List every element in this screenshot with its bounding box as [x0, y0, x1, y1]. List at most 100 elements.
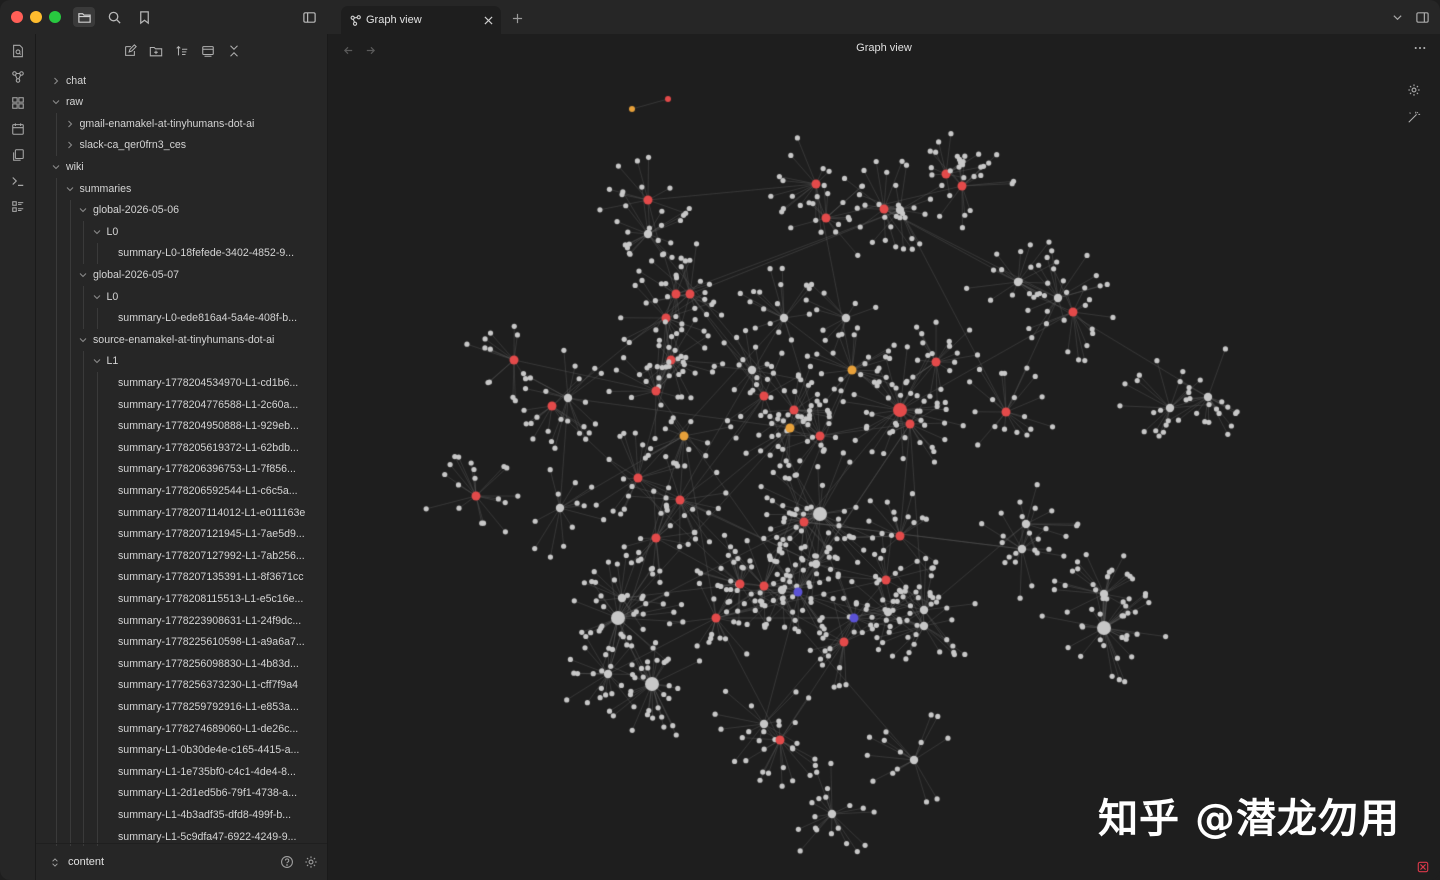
file-label: summary-1778207114012-L1-e011163e — [118, 506, 306, 519]
chevron-down-icon — [64, 183, 76, 195]
graph-view-icon[interactable] — [9, 68, 26, 85]
folder-item[interactable]: L1 — [36, 351, 327, 372]
file-item[interactable]: summary-1778205619372-L1-62bdb... — [36, 437, 327, 458]
calendar-icon[interactable] — [9, 120, 26, 137]
tab-graph-view[interactable]: Graph view — [341, 6, 501, 34]
file-tree: chat raw gmail-enamakel-at-tinyhumans-dot-… — [36, 70, 327, 846]
file-label: summary-1778208115513-L1-e5c16e... — [118, 592, 304, 605]
canvas-icon[interactable] — [9, 94, 26, 111]
file-item[interactable]: summary-L1-2d1ed5b6-79f1-4738-a... — [36, 783, 327, 804]
minimize-window-button[interactable] — [30, 11, 42, 23]
chevron-down-icon[interactable] — [1389, 9, 1405, 25]
file-item[interactable]: summary-L0-18fefede-3402-4852-9... — [36, 243, 327, 264]
terminal-icon[interactable] — [9, 172, 26, 189]
file-item[interactable]: summary-L1-4b3adf35-dfd8-499f-b... — [36, 804, 327, 825]
folder-item[interactable]: slack-ca_qer0frn3_ces — [36, 135, 327, 156]
new-note-icon[interactable] — [120, 42, 139, 60]
chevron-down-icon — [77, 204, 89, 216]
sort-order-icon[interactable] — [172, 42, 191, 60]
graph-settings-icon[interactable] — [1406, 82, 1422, 98]
file-item[interactable]: summary-1778256098830-L1-4b83d... — [36, 653, 327, 674]
new-folder-icon[interactable] — [146, 42, 165, 60]
indent-guide — [56, 113, 57, 157]
file-item[interactable]: summary-1778225610598-L1-a9a6a7... — [36, 632, 327, 653]
file-label: summary-L1-2d1ed5b6-79f1-4738-a... — [118, 787, 298, 800]
graph-canvas[interactable] — [328, 34, 1440, 880]
folder-item[interactable]: L0 — [36, 286, 327, 307]
chevron-right-icon — [64, 118, 76, 130]
vault-name: content — [68, 856, 105, 868]
ribbon — [0, 34, 36, 880]
open-quick-switcher-icon[interactable] — [9, 42, 26, 59]
indent-guide — [96, 242, 98, 265]
indent-guide — [83, 350, 84, 846]
file-item[interactable]: summary-1778207114012-L1-e011163e — [36, 502, 327, 523]
folder-label: global-2026-05-07 — [93, 268, 179, 281]
folder-label: source-enamakel-at-tinyhumans-dot-ai — [93, 333, 275, 346]
templates-icon[interactable] — [9, 146, 26, 163]
file-item[interactable]: summary-1778223908631-L1-24f9dc... — [36, 610, 327, 631]
chevron-down-icon — [91, 291, 103, 303]
chevron-down-icon — [91, 355, 103, 367]
close-window-button[interactable] — [11, 11, 23, 23]
file-item[interactable]: summary-1778207121945-L1-7ae5d9... — [36, 524, 327, 545]
chevron-down-icon — [50, 96, 62, 108]
file-item[interactable]: summary-L0-ede816a4-5a4e-408f-b... — [36, 308, 327, 329]
file-item[interactable]: summary-1778256373230-L1-cff7f9a4 — [36, 675, 327, 696]
file-item[interactable]: summary-1778206396753-L1-7f856... — [36, 459, 327, 480]
file-label: summary-L1-5c9dfa47-6922-4249-9... — [118, 830, 297, 843]
file-label: summary-L0-ede816a4-5a4e-408f-b... — [118, 312, 298, 325]
auto-reveal-icon[interactable] — [198, 42, 217, 60]
file-item[interactable]: summary-L1-0b30de4e-c165-4415-a... — [36, 740, 327, 761]
sync-status-icon[interactable] — [1416, 860, 1430, 874]
file-explorer: chat raw gmail-enamakel-at-tinyhumans-dot-… — [36, 34, 328, 880]
file-item[interactable]: summary-1778274689060-L1-de26c... — [36, 718, 327, 739]
help-icon[interactable] — [279, 854, 295, 870]
folder-item[interactable]: chat — [36, 70, 327, 91]
indent-guide — [56, 178, 57, 846]
folder-item[interactable]: global-2026-05-07 — [36, 264, 327, 285]
bookmark-icon[interactable] — [133, 7, 155, 27]
file-explorer-toolbar — [120, 42, 243, 60]
file-item[interactable]: summary-1778207127992-L1-7ab256... — [36, 545, 327, 566]
folder-label: L1 — [106, 355, 119, 368]
file-item[interactable]: summary-1778204950888-L1-929eb... — [36, 416, 327, 437]
folder-label: global-2026-05-06 — [93, 204, 179, 217]
folder-item[interactable]: source-enamakel-at-tinyhumans-dot-ai — [36, 329, 327, 350]
file-label: summary-1778207121945-L1-7ae5d9... — [118, 528, 305, 541]
animate-wand-icon[interactable] — [1406, 109, 1422, 125]
new-tab-icon[interactable] — [509, 10, 525, 26]
collapse-all-icon[interactable] — [224, 42, 243, 60]
file-item[interactable]: summary-1778204776588-L1-2c60a... — [36, 394, 327, 415]
file-item[interactable]: summary-L1-1e735bf0-c4c1-4de4-8... — [36, 761, 327, 782]
chevron-down-icon — [77, 269, 89, 281]
graph-pane[interactable]: Graph view 知乎 @潜龙勿用 — [328, 34, 1440, 880]
folder-label: slack-ca_qer0frn3_ces — [79, 139, 187, 152]
file-item[interactable]: summary-1778204534970-L1-cd1b6... — [36, 372, 327, 393]
file-item[interactable]: summary-1778208115513-L1-e5c16e... — [36, 588, 327, 609]
folder-item[interactable]: raw — [36, 92, 327, 113]
folder-item[interactable]: wiki — [36, 156, 327, 177]
view-title: Graph view — [856, 42, 912, 54]
sidebar-toggle-icon[interactable] — [298, 7, 320, 27]
folder-icon[interactable] — [73, 7, 95, 27]
right-sidebar-toggle-icon[interactable] — [1414, 9, 1430, 25]
more-options-icon[interactable] — [1412, 40, 1428, 56]
vault-switcher[interactable]: content — [36, 843, 327, 880]
settings-gear-icon[interactable] — [303, 854, 319, 870]
zoom-window-button[interactable] — [49, 11, 61, 23]
folder-item[interactable]: gmail-enamakel-at-tinyhumans-dot-ai — [36, 113, 327, 134]
file-label: summary-1778206592544-L1-c6c5a... — [118, 484, 298, 497]
close-tab-icon[interactable] — [481, 13, 495, 27]
folder-item[interactable]: summaries — [36, 178, 327, 199]
file-item[interactable]: summary-1778206592544-L1-c6c5a... — [36, 480, 327, 501]
file-item[interactable]: summary-1778207135391-L1-8f3671cc — [36, 567, 327, 588]
search-icon[interactable] — [103, 7, 125, 27]
indent-guide — [96, 307, 98, 330]
folder-item[interactable]: global-2026-05-06 — [36, 200, 327, 221]
app-window: Graph view chat raw gmail-enamakel-at-ti… — [0, 0, 1440, 880]
file-item[interactable]: summary-1778259792916-L1-e853a... — [36, 696, 327, 717]
folder-item[interactable]: L0 — [36, 221, 327, 242]
chevron-updown-icon — [50, 856, 60, 868]
outline-icon[interactable] — [9, 198, 26, 215]
